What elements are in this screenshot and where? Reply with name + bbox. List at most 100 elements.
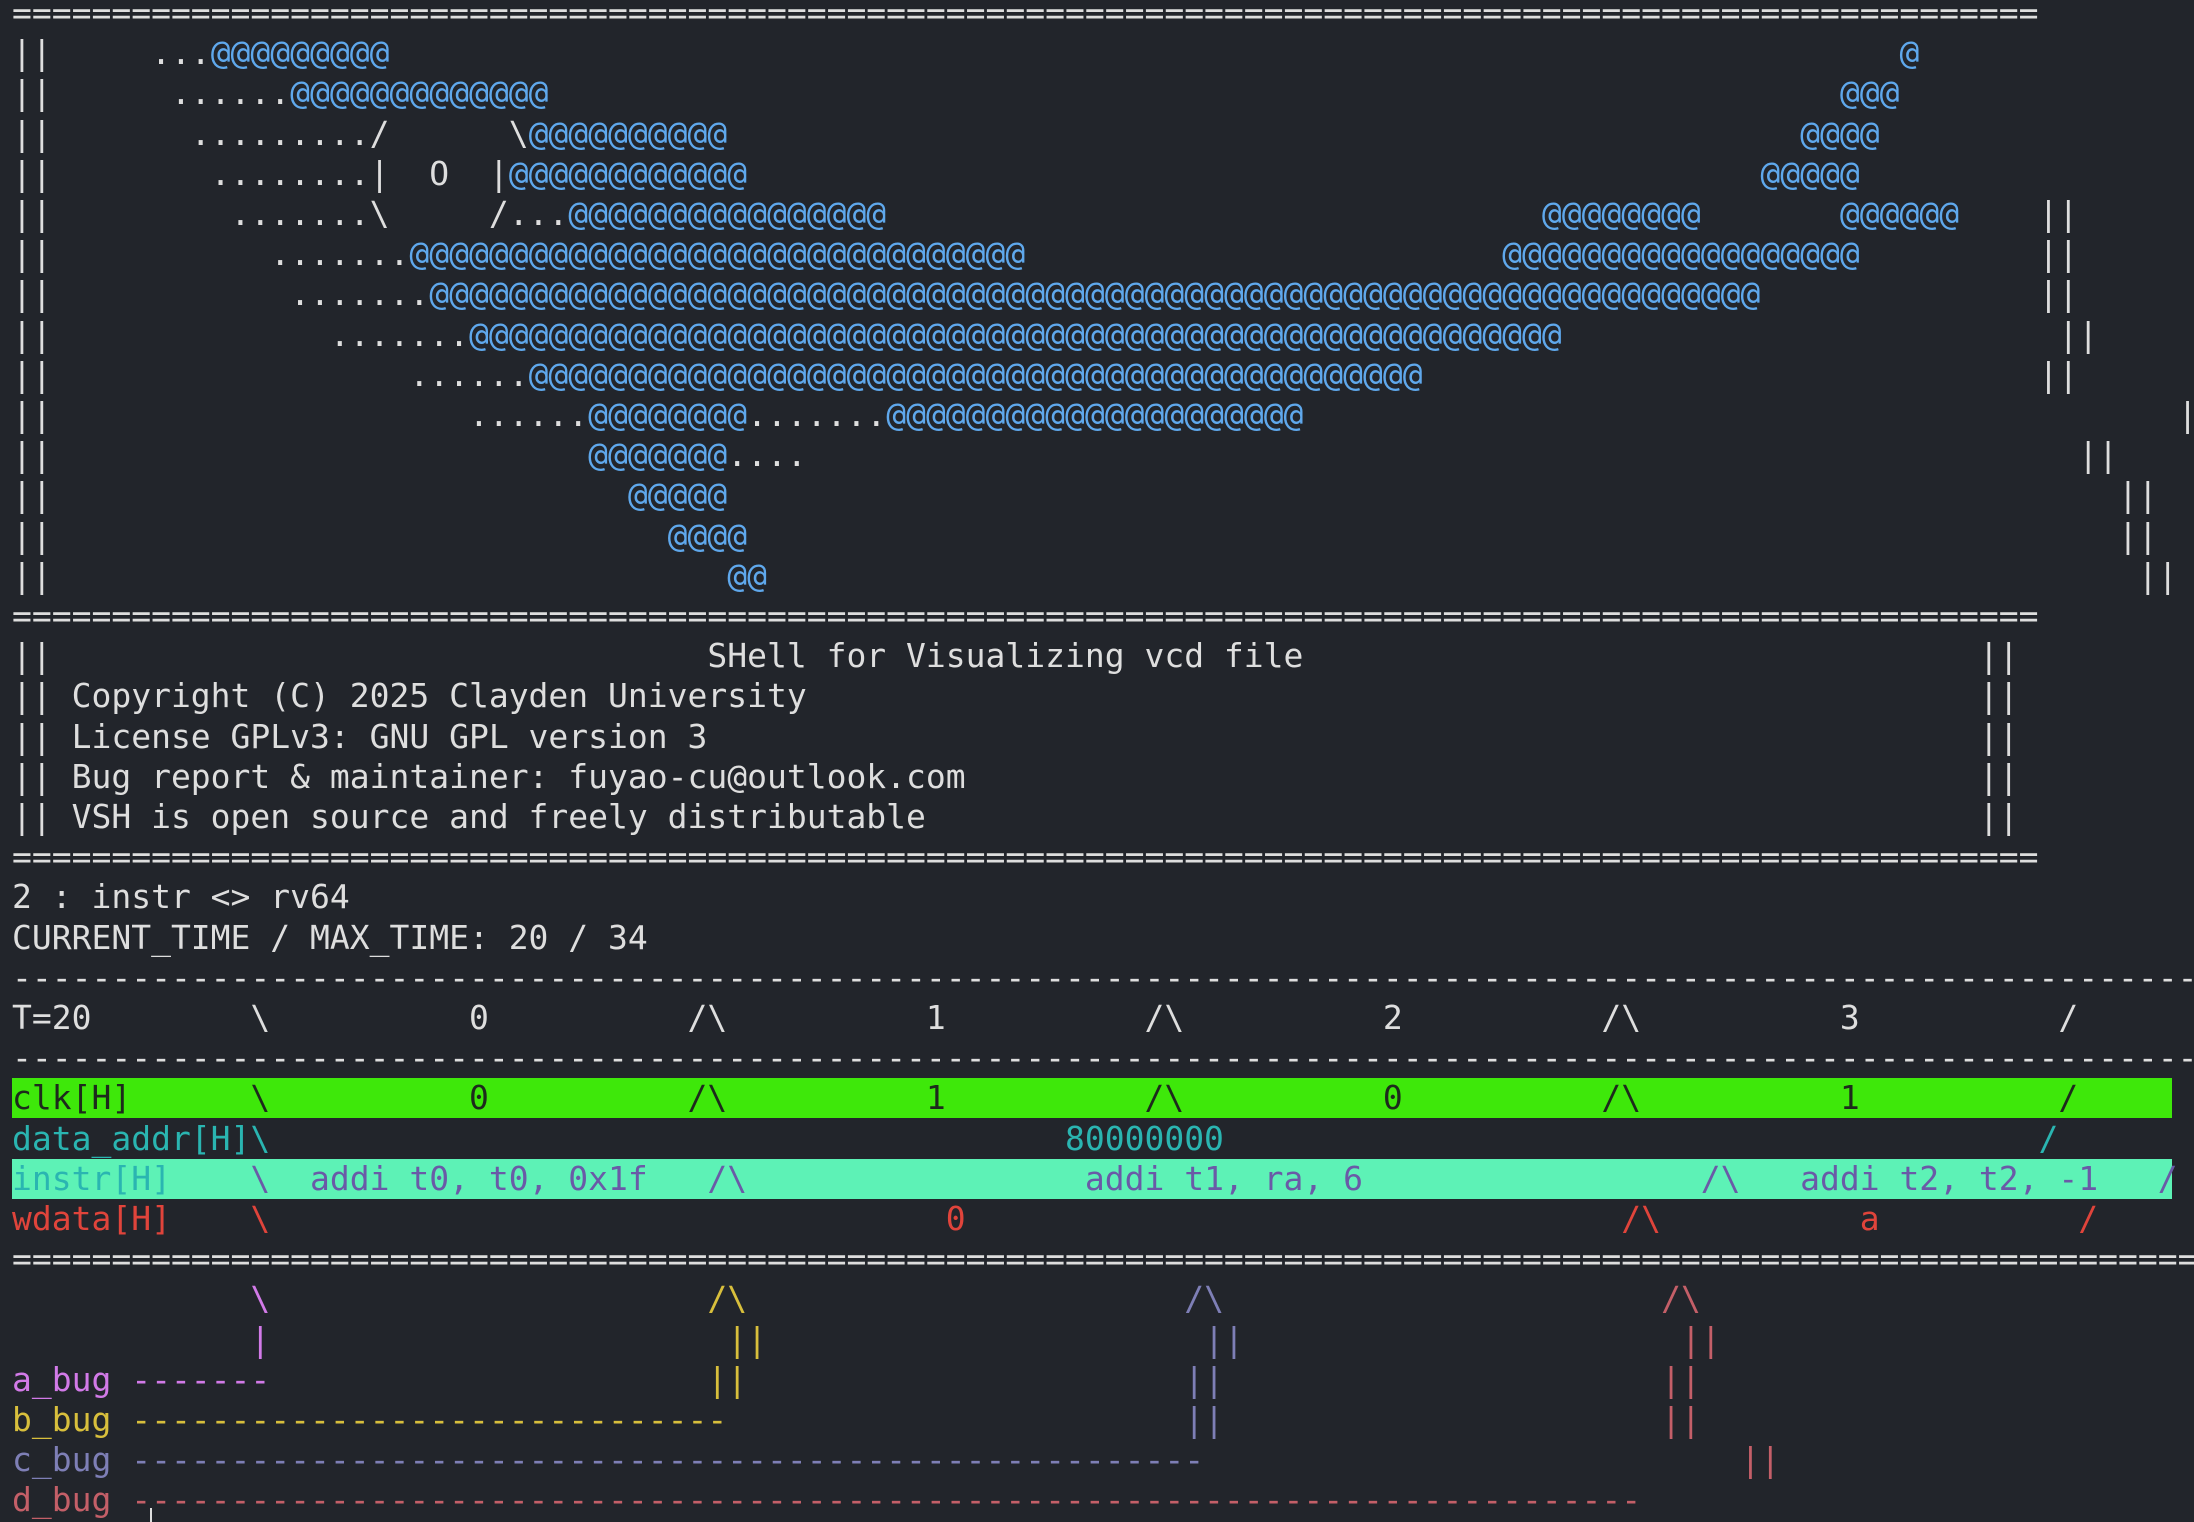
- logo-line-5-text: [886, 194, 1542, 233]
- terminal-line-logo-line-5: || .......\ /...@@@@@@@@@@@@@@@@ @@@@@@@…: [12, 194, 2078, 234]
- logo-line-3-text: @@@@: [1800, 113, 1880, 153]
- logo-line-6-text: ||: [1859, 234, 2079, 274]
- signal-wdata-text: wdata[H] \ 0 /\ a /: [12, 1199, 2099, 1238]
- bug-b-text: b_bug ------------------------------: [12, 1400, 728, 1439]
- text-cursor: [150, 1508, 152, 1522]
- terminal-line-wave-dash-top: ----------------------------------------…: [12, 958, 2194, 998]
- banner-bug-report-text: || Bug report & maintainer: fuyao-cu@out…: [12, 756, 2019, 796]
- logo-line-13-text: ||: [747, 515, 2158, 555]
- logo-line-11-text: @@@@@@@: [588, 435, 728, 475]
- status-time-text: CURRENT_TIME / MAX_TIME: 20 / 34: [12, 917, 648, 957]
- logo-line-5-text: || .......\ /...: [12, 194, 569, 233]
- border-bottom-text: ========================================…: [12, 837, 2039, 877]
- logo-line-5-text: [1701, 194, 1840, 233]
- bug-a-text: [747, 1360, 1184, 1399]
- logo-line-4-text: @@@@@@@@@@@@: [508, 153, 748, 193]
- terminal-line-logo-line-7: || .......@@@@@@@@@@@@@@@@@@@@@@@@@@@@@@…: [12, 274, 2078, 314]
- wave-time-ruler-text: T=20 \ 0 /\ 1 /\ 2 /\ 3 /: [12, 998, 2079, 1037]
- terminal-line-logo-line-1: || ...@@@@@@@@@ @ ||: [12, 33, 2194, 73]
- logo-line-6-text: || .......: [12, 234, 410, 274]
- logo-line-2-text: @@@: [1839, 73, 1900, 113]
- terminal-line-border-bottom: ========================================…: [12, 837, 2039, 877]
- logo-line-14-text: @@: [727, 555, 767, 595]
- bug-marker-row-2-text: [767, 1320, 1204, 1359]
- bug-marker-row-1-text: [1224, 1279, 1661, 1318]
- logo-line-3-text: @@@@@@@@@@: [528, 113, 728, 153]
- logo-line-1-text: || ...: [12, 33, 211, 73]
- terminal-line-bug-d: d_bug ----------------------------------…: [12, 1480, 1641, 1520]
- logo-line-3-text: ||: [1880, 114, 2194, 153]
- terminal-line-signal-data-addr: data_addr[H]\ 80000000 /: [12, 1119, 2058, 1159]
- logo-line-12-text: ||: [12, 475, 628, 515]
- logo-line-8-text: @@@@@@@@@@@@@@@@@@@@@@@@@@@@@@@@@@@@@@@@…: [468, 314, 1562, 354]
- logo-line-1-text: ||: [1919, 33, 2194, 72]
- bug-a-text: ||: [1184, 1359, 1224, 1399]
- bug-a-text: ||: [1661, 1359, 1701, 1399]
- bug-marker-row-1-text: [270, 1279, 707, 1318]
- logo-line-10-text: @@@@@@@@: [588, 395, 748, 434]
- terminal-line-status-time: CURRENT_TIME / MAX_TIME: 20 / 34: [12, 918, 648, 958]
- logo-line-6-text: [1025, 234, 1502, 273]
- logo-line-14-text: ||: [12, 555, 728, 595]
- logo-line-1-text: [390, 33, 1900, 72]
- banner-open-source-text: || VSH is open source and freely distrib…: [12, 797, 2019, 836]
- terminal-line-logo-line-8: || .......@@@@@@@@@@@@@@@@@@@@@@@@@@@@@@…: [12, 315, 2098, 355]
- terminal-line-border-wave-end: ========================================…: [12, 1239, 2194, 1279]
- logo-line-4-text: @@@@@: [1760, 153, 1860, 193]
- logo-line-5-text: @@@@@@@@: [1541, 194, 1701, 233]
- terminal-line-signal-wdata: wdata[H] \ 0 /\ a /: [12, 1199, 2098, 1239]
- logo-line-4-text: || ........| O |: [12, 153, 509, 193]
- logo-line-7-text: || .......: [12, 274, 430, 314]
- logo-line-1-text: @@@@@@@@@: [210, 33, 390, 73]
- bug-b-text: ||: [1661, 1400, 1701, 1439]
- bug-marker-row-2-text: [1244, 1320, 1681, 1359]
- bug-marker-row-2-text: |: [250, 1319, 271, 1359]
- terminal-line-banner-title: || SHell for Visualizing vcd file ||: [12, 636, 2019, 676]
- banner-title-text: || SHell for Visualizing vcd file ||: [12, 636, 2019, 676]
- terminal-line-wave-dash-bottom: ----------------------------------------…: [12, 1038, 2194, 1078]
- logo-line-4-text: ||: [1860, 154, 2194, 193]
- bug-marker-row-1-text: /\: [707, 1279, 748, 1319]
- bug-d-text: d_bug ----------------------------------…: [12, 1480, 1642, 1520]
- logo-line-9-text: @@@@@@@@@@@@@@@@@@@@@@@@@@@@@@@@@@@@@@@@…: [528, 354, 1423, 394]
- terminal-line-logo-line-12: || @@@@@ ||: [12, 475, 2158, 515]
- terminal-line-logo-line-13: || @@@@ ||: [12, 516, 2158, 556]
- bug-marker-row-1-text: [747, 1279, 1184, 1318]
- bug-marker-row-1-text: [12, 1279, 250, 1318]
- terminal-line-logo-line-14: || @@ ||: [12, 556, 2178, 596]
- terminal-line-signal-clk: clk[H] \ 0 /\ 1 /\ 0 /\ 1 /: [12, 1078, 2172, 1119]
- signal-data-addr-text: data_addr[H]\ 80000000 /: [12, 1118, 2059, 1158]
- signal-clk-text: clk[H] \ 0 /\ 1 /\ 0 /\ 1 /: [12, 1078, 2079, 1118]
- terminal-line-banner-copyright: || Copyright (C) 2025 Clayden University…: [12, 676, 2019, 716]
- terminal-line-status-signal: 2 : instr <> rv64: [12, 877, 350, 917]
- logo-line-10-text: ||: [1303, 395, 2194, 434]
- terminal-line-bug-marker-row-2: | || || ||: [12, 1319, 1721, 1360]
- logo-line-13-text: ||: [12, 515, 668, 555]
- logo-line-5-text: ||: [1959, 194, 2079, 233]
- logo-line-4-text: [747, 154, 1760, 193]
- terminal-window[interactable]: ========================================…: [0, 0, 2194, 1522]
- bug-b-text: [1224, 1400, 1661, 1439]
- terminal-line-logo-line-6: || .......@@@@@@@@@@@@@@@@@@@@@@@@@@@@@@…: [12, 234, 2078, 274]
- logo-line-9-text: || ......: [12, 354, 529, 394]
- terminal-line-border-mid: ========================================…: [12, 596, 2039, 636]
- logo-line-2-text: @@@@@@@@@@@@@: [290, 73, 549, 113]
- logo-line-9-text: ||: [1422, 354, 2079, 394]
- logo-line-10-text: .......: [747, 395, 887, 434]
- logo-line-12-text: @@@@@: [627, 475, 728, 515]
- terminal-line-bug-b: b_bug ------------------------------ || …: [12, 1400, 1701, 1440]
- bug-marker-row-1-text: /\: [1661, 1279, 1701, 1319]
- terminal-line-banner-license: || License GPLv3: GNU GPL version 3 ||: [12, 717, 2019, 757]
- wave-dash-bottom-text: ----------------------------------------…: [12, 1038, 2194, 1078]
- bug-marker-row-2-text: [12, 1320, 250, 1359]
- signal-instr-text: instr[H]: [12, 1158, 171, 1198]
- logo-line-3-text: || ........./ \: [12, 113, 529, 153]
- bug-marker-row-2-text: ||: [1680, 1319, 1721, 1359]
- bug-c-text: [1204, 1440, 1740, 1479]
- logo-line-7-text: ||: [1760, 274, 2079, 314]
- banner-license-text: || License GPLv3: GNU GPL version 3 ||: [12, 716, 2019, 756]
- bug-marker-row-1-text: /\: [1184, 1279, 1224, 1319]
- logo-line-2-text: ||: [1899, 73, 2194, 112]
- border-mid-text: ========================================…: [12, 596, 2039, 635]
- logo-line-11-text: .... ||: [727, 435, 2118, 475]
